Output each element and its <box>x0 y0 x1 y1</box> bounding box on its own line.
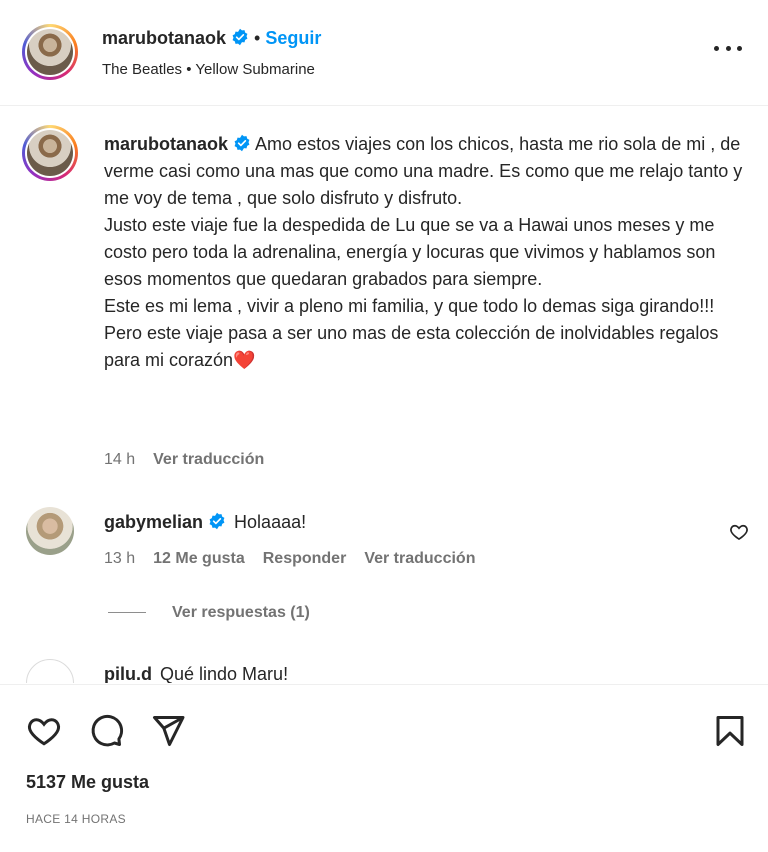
post-time[interactable]: HACE 14 HORAS <box>26 812 126 826</box>
header-title-row: marubotanaok • Seguir <box>102 28 321 49</box>
comment-avatar[interactable] <box>26 507 74 555</box>
reply-button[interactable]: Responder <box>263 550 347 567</box>
more-icon[interactable] <box>714 38 742 58</box>
caption-text: marubotanaok Amo estos viajes con los ch… <box>104 131 744 374</box>
caption-avatar[interactable] <box>22 125 78 181</box>
view-replies-button[interactable]: Ver respuestas (1) <box>108 604 310 622</box>
caption-translate-link[interactable]: Ver traducción <box>153 451 264 468</box>
post-header: marubotanaok • Seguir The Beatles • Yellow… <box>0 0 768 106</box>
header-separator: • <box>254 28 261 48</box>
comment-username[interactable]: pilu.d <box>104 664 152 683</box>
view-replies-label: Ver respuestas (1) <box>172 604 310 621</box>
comment-time[interactable]: 13 h <box>104 550 135 567</box>
comment-text: Holaaaa! <box>234 512 307 532</box>
comment-like-heart-icon[interactable] <box>729 522 749 542</box>
header-avatar[interactable] <box>22 24 78 80</box>
verified-icon <box>234 134 250 152</box>
header-username[interactable]: marubotanaok <box>102 28 226 48</box>
comment-meta: 13 h 12 Me gusta Responder Ver traducción <box>104 550 493 568</box>
comments-section[interactable]: marubotanaok Amo estos viajes con los ch… <box>0 107 768 683</box>
bookmark-icon[interactable] <box>712 713 748 749</box>
caption-username[interactable]: marubotanaok <box>104 134 228 154</box>
comment-translate-link[interactable]: Ver traducción <box>364 550 475 567</box>
comment: gabymelian Holaaaa! <box>104 512 306 533</box>
heart-emoji: ❤️ <box>233 350 256 370</box>
comment-text: Qué lindo Maru! <box>160 664 289 683</box>
comment: pilu.d Qué lindo Maru! <box>104 664 288 683</box>
audio-subtitle[interactable]: The Beatles • Yellow Submarine <box>102 61 315 78</box>
caption-time[interactable]: 14 h <box>104 451 135 468</box>
likes-count[interactable]: 5137 Me gusta <box>26 772 149 793</box>
comment-icon[interactable] <box>88 713 124 749</box>
comment-username[interactable]: gabymelian <box>104 512 203 532</box>
caption-body: Amo estos viajes con los chicos, hasta m… <box>104 134 743 370</box>
verified-icon <box>232 28 248 46</box>
replies-divider <box>108 612 146 614</box>
share-icon[interactable] <box>150 713 186 749</box>
comment-avatar[interactable] <box>26 659 74 683</box>
post-actions: 5137 Me gusta HACE 14 HORAS <box>0 684 768 852</box>
verified-icon <box>209 512 225 530</box>
follow-button[interactable]: Seguir <box>265 28 321 48</box>
heart-icon[interactable] <box>26 713 62 749</box>
caption-meta: 14 h Ver traducción <box>104 451 282 469</box>
comment-likes[interactable]: 12 Me gusta <box>153 550 245 567</box>
